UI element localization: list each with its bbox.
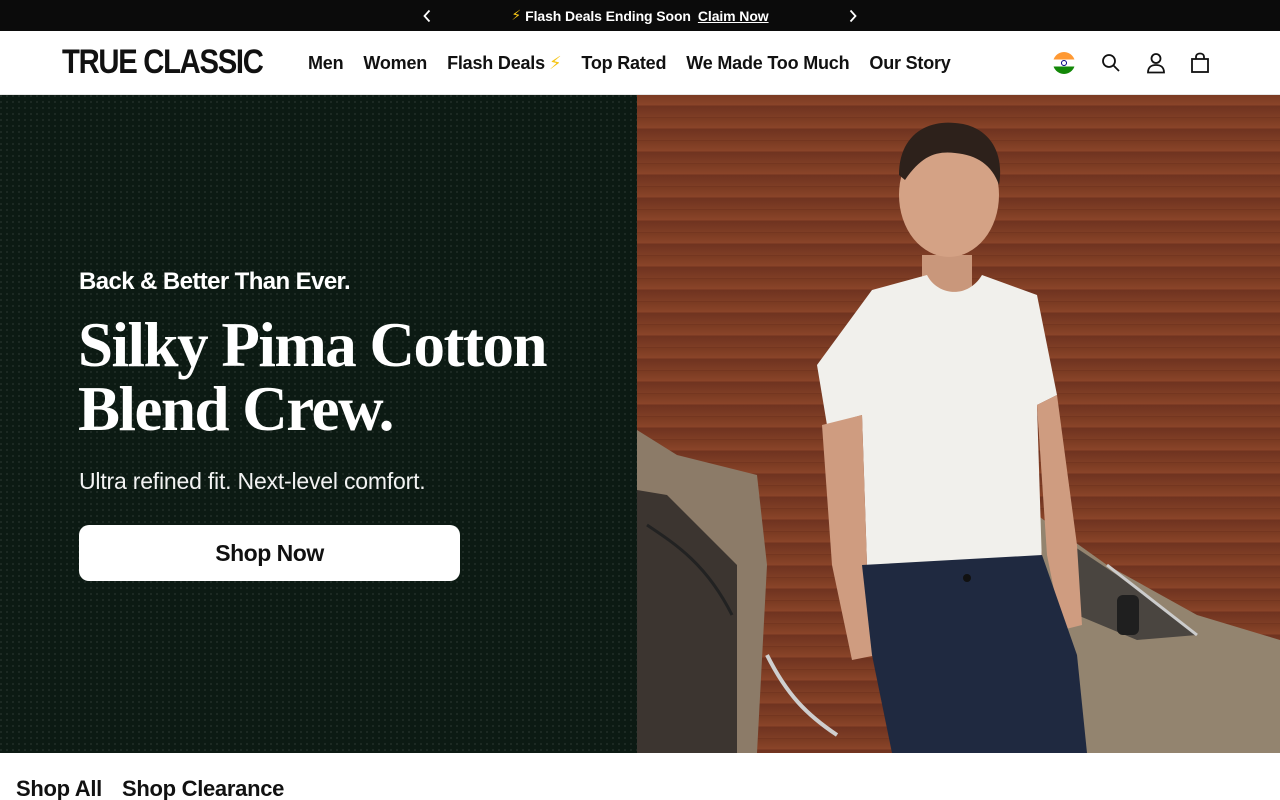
search-icon[interactable]	[1099, 51, 1123, 75]
nav-item-we-made-too-much[interactable]: We Made Too Much	[686, 53, 849, 74]
nav-label: Flash Deals	[447, 52, 545, 73]
shop-clearance-link[interactable]: Shop Clearance	[122, 776, 284, 800]
hero-image	[637, 95, 1280, 753]
hero-headline: Silky Pima Cotton Blend Crew.	[78, 313, 598, 441]
main-nav: Men Women Flash Deals ⚡ Top Rated We Mad…	[308, 31, 971, 95]
announcement-message: ⚡ Flash Deals Ending Soon Claim Now	[511, 7, 768, 24]
nav-label: Our Story	[869, 52, 951, 73]
announcement-bar: ⚡ Flash Deals Ending Soon Claim Now	[0, 0, 1280, 31]
nav-item-women[interactable]: Women	[363, 53, 427, 74]
cart-icon[interactable]	[1188, 51, 1212, 75]
india-flag-icon[interactable]	[1053, 52, 1075, 74]
account-icon[interactable]	[1144, 51, 1168, 75]
announcement-text: Flash Deals Ending Soon	[525, 7, 691, 24]
nav-label: Top Rated	[581, 52, 667, 73]
nav-item-flash-deals[interactable]: Flash Deals ⚡	[447, 52, 562, 74]
claim-now-link[interactable]: Claim Now	[698, 8, 769, 24]
lightning-icon: ⚡	[548, 52, 562, 73]
nav-label: We Made Too Much	[686, 52, 850, 73]
site-header: TRUE CLASSIC Men Women Flash Deals ⚡ Top…	[0, 31, 1280, 95]
hero-eyebrow: Back & Better Than Ever.	[79, 268, 351, 295]
shop-now-button[interactable]: Shop Now	[79, 525, 460, 581]
hero-photo-illustration	[637, 122, 1280, 753]
nav-item-top-rated[interactable]: Top Rated	[581, 53, 666, 74]
headline-line-1: Silky Pima Cotton	[78, 310, 548, 380]
brand-logo[interactable]: TRUE CLASSIC	[62, 44, 264, 80]
announcement-prev-button[interactable]	[412, 0, 442, 31]
hero-subhead: Ultra refined fit. Next-level comfort.	[79, 468, 426, 494]
headline-line-2: Blend Crew.	[78, 374, 394, 444]
hero-text-panel: Back & Better Than Ever. Silky Pima Cott…	[0, 95, 637, 753]
nav-item-men[interactable]: Men	[308, 52, 344, 74]
nav-label: Women	[363, 52, 428, 73]
hero-banner: Back & Better Than Ever. Silky Pima Cott…	[0, 95, 1280, 753]
nav-item-our-story[interactable]: Our Story	[869, 53, 950, 74]
shop-all-link[interactable]: Shop All	[16, 776, 102, 800]
chevron-left-icon	[423, 9, 431, 22]
lightning-icon: ⚡	[511, 7, 522, 23]
chevron-right-icon	[849, 9, 857, 22]
announcement-next-button[interactable]	[838, 0, 868, 31]
collection-links: Shop All Shop Clearance	[16, 776, 304, 800]
nav-label: Men	[308, 52, 344, 73]
